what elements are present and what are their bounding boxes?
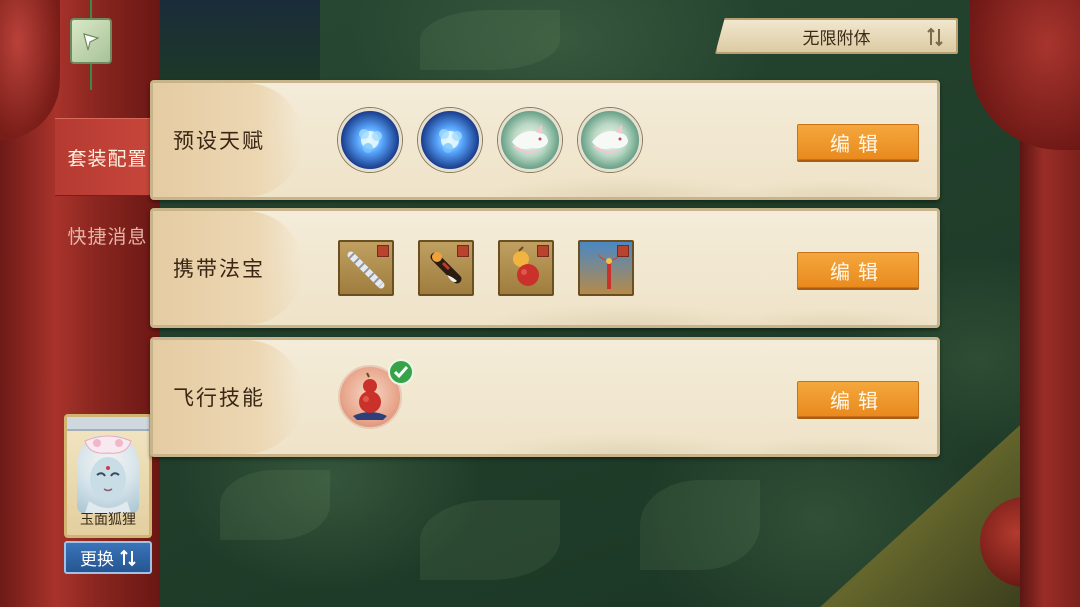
back-charm-button[interactable]: [70, 18, 112, 64]
talent-slot[interactable]: [338, 108, 402, 172]
character-portrait: [77, 435, 139, 513]
treasure-slot[interactable]: [578, 240, 634, 296]
treasure-slot[interactable]: [498, 240, 554, 296]
character-name: 玉面狐狸: [80, 512, 136, 528]
sidebar-tabs: 套装配置 快捷消息: [55, 118, 160, 274]
flight-slots: [338, 340, 414, 454]
treasure-slot[interactable]: [418, 240, 474, 296]
panel-title: 携带法宝: [173, 257, 265, 281]
edit-treasure-button[interactable]: 编辑: [797, 252, 919, 288]
swap-button-label: 更换: [80, 550, 114, 570]
fox-character-icon: [84, 435, 132, 513]
swap-character-button[interactable]: 更换: [64, 541, 152, 574]
swap-vertical-icon: [120, 549, 136, 566]
background-leaf-decoration: [640, 480, 760, 570]
panel-title: 飞行技能: [173, 386, 265, 410]
panel-title: 预设天赋: [173, 129, 265, 153]
edit-flight-button[interactable]: 编辑: [797, 381, 919, 417]
quality-corner-badge: [537, 245, 549, 257]
equipped-check-badge: [388, 359, 414, 385]
quality-corner-badge: [377, 245, 389, 257]
carried-treasure-panel: 携带法宝 编辑: [150, 208, 940, 328]
white-fox-spirit-icon: [592, 124, 628, 154]
blue-spirit-orb-icon: [439, 129, 462, 153]
talent-slot[interactable]: [418, 108, 482, 172]
talent-slots: [338, 83, 642, 197]
mode-select-dropdown[interactable]: 无限附体: [715, 18, 958, 54]
back-arrow-icon: [83, 33, 100, 51]
background-leaf-decoration: [220, 470, 330, 540]
white-fox-spirit-icon: [512, 124, 548, 154]
quality-corner-badge: [457, 245, 469, 257]
treasure-slots: [338, 211, 634, 325]
background-dark-band: [160, 0, 320, 80]
tab-suit-config[interactable]: 套装配置: [55, 118, 160, 196]
swap-vertical-icon: [927, 27, 943, 47]
character-card[interactable]: 玉面狐狸: [64, 414, 152, 538]
preset-talent-panel: 预设天赋 编辑: [150, 80, 940, 200]
flight-skill-slot[interactable]: [338, 359, 414, 429]
talent-slot[interactable]: [498, 108, 562, 172]
flight-skill-panel: 飞行技能 编辑: [150, 337, 940, 457]
background-leaf-decoration: [420, 500, 560, 580]
talent-slot[interactable]: [578, 108, 642, 172]
checkmark-icon: [393, 366, 409, 379]
edit-talent-button[interactable]: 编辑: [797, 124, 919, 160]
background-leaf-decoration: [420, 10, 560, 70]
card-top-trim: [67, 417, 149, 431]
treasure-slot[interactable]: [338, 240, 394, 296]
quality-corner-badge: [617, 245, 629, 257]
mode-select-value: 无限附体: [802, 28, 871, 49]
flying-gourd-icon: [353, 372, 387, 420]
blue-spirit-orb-icon: [359, 129, 382, 153]
tab-quick-messages[interactable]: 快捷消息: [55, 196, 160, 274]
